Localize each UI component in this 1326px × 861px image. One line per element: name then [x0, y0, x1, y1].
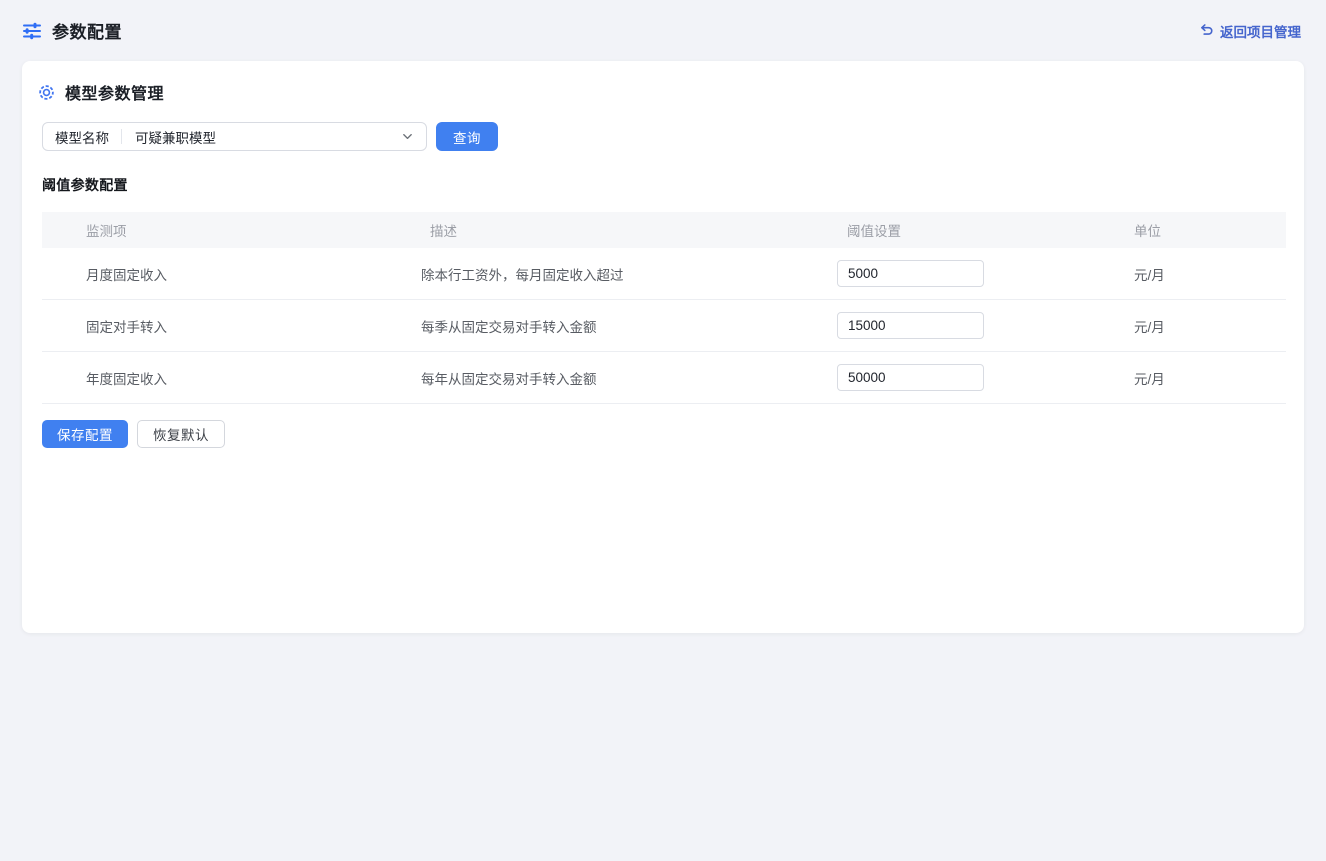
- model-select-label: 模型名称: [43, 127, 121, 147]
- query-row: 模型名称 可疑兼职模型 查询: [42, 122, 1284, 151]
- back-to-projects-link[interactable]: 返回项目管理: [1199, 21, 1301, 41]
- save-config-button[interactable]: 保存配置: [42, 420, 128, 448]
- card-title-row: 模型参数管理: [37, 80, 1284, 104]
- model-name-select[interactable]: 模型名称 可疑兼职模型: [42, 122, 427, 151]
- threshold-input[interactable]: [837, 312, 984, 339]
- panel-title: 模型参数管理: [65, 80, 164, 104]
- column-header-desc: 描述: [412, 220, 827, 240]
- query-button[interactable]: 查询: [436, 122, 498, 151]
- row-unit-label: 元/月: [1120, 316, 1286, 336]
- header-left: 参数配置: [22, 18, 122, 43]
- chevron-down-icon[interactable]: [401, 130, 414, 143]
- column-header-threshold: 阈值设置: [827, 220, 1120, 240]
- page-title: 参数配置: [52, 18, 122, 43]
- actions-row: 保存配置 恢复默认: [42, 420, 1284, 448]
- table-header-row: 监测项 描述 阈值设置 单位: [42, 212, 1286, 248]
- row-item-label: 年度固定收入: [42, 368, 412, 388]
- row-item-label: 月度固定收入: [42, 264, 412, 284]
- threshold-section-title: 阈值参数配置: [42, 175, 1284, 195]
- row-threshold-cell: [827, 260, 1120, 287]
- column-header-unit: 单位: [1120, 220, 1286, 240]
- restore-defaults-button[interactable]: 恢复默认: [137, 420, 225, 448]
- return-arrow-icon: [1199, 23, 1214, 38]
- table-row: 年度固定收入 每年从固定交易对手转入金额 元/月: [42, 352, 1286, 404]
- model-parameter-card: 模型参数管理 模型名称 可疑兼职模型 查询 阈值参数配置 监测项 描述 阈值设置…: [22, 61, 1304, 633]
- row-unit-label: 元/月: [1120, 264, 1286, 284]
- model-select-value: 可疑兼职模型: [122, 127, 401, 147]
- row-desc-label: 每年从固定交易对手转入金额: [412, 368, 827, 388]
- threshold-input[interactable]: [837, 364, 984, 391]
- gear-icon: [37, 83, 56, 102]
- table-row: 月度固定收入 除本行工资外，每月固定收入超过 元/月: [42, 248, 1286, 300]
- column-header-item: 监测项: [42, 220, 412, 240]
- threshold-table: 监测项 描述 阈值设置 单位 月度固定收入 除本行工资外，每月固定收入超过 元/…: [42, 212, 1286, 404]
- row-unit-label: 元/月: [1120, 368, 1286, 388]
- threshold-input[interactable]: [837, 260, 984, 287]
- row-desc-label: 每季从固定交易对手转入金额: [412, 316, 827, 336]
- row-item-label: 固定对手转入: [42, 316, 412, 336]
- table-row: 固定对手转入 每季从固定交易对手转入金额 元/月: [42, 300, 1286, 352]
- row-desc-label: 除本行工资外，每月固定收入超过: [412, 264, 827, 284]
- sliders-icon: [22, 21, 42, 41]
- back-link-label: 返回项目管理: [1220, 21, 1301, 41]
- top-header: 参数配置 返回项目管理: [0, 0, 1326, 61]
- row-threshold-cell: [827, 364, 1120, 391]
- row-threshold-cell: [827, 312, 1120, 339]
